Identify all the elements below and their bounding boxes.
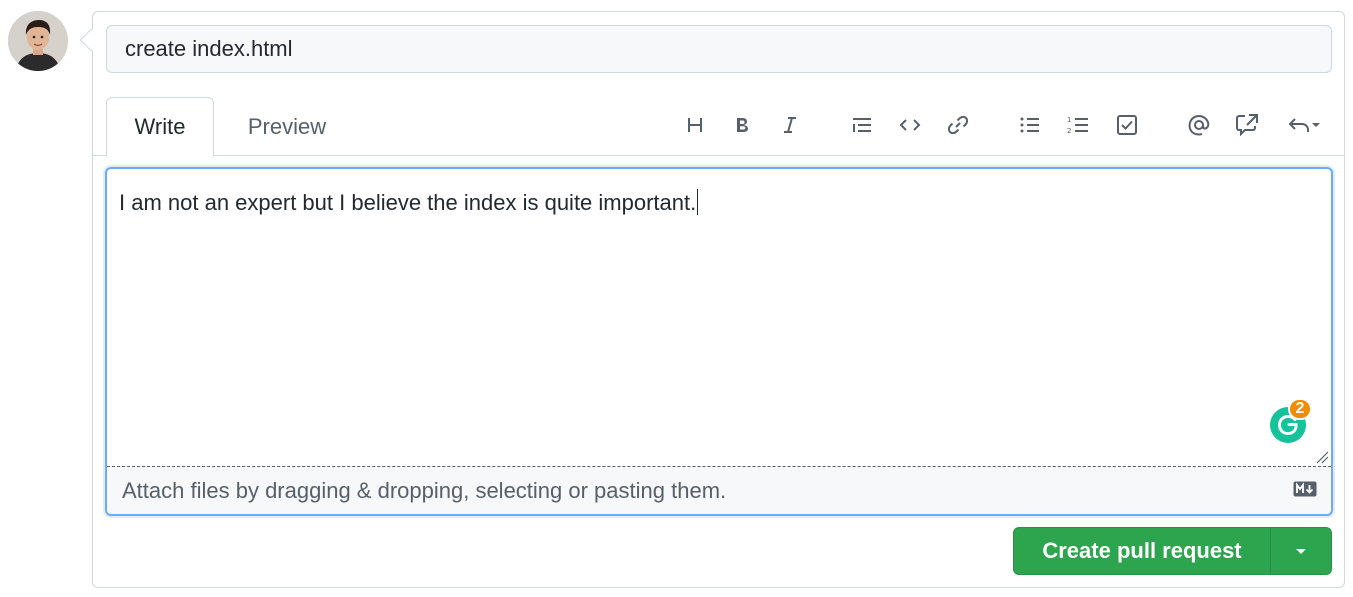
task-list-icon	[1117, 115, 1137, 135]
attach-files-text: Attach files by dragging & dropping, sel…	[122, 477, 727, 503]
cross-reference-icon	[1236, 114, 1258, 137]
code-icon	[899, 119, 921, 131]
italic-icon	[784, 117, 796, 133]
attach-files-bar[interactable]: Attach files by dragging & dropping, sel…	[107, 466, 1331, 514]
italic-button[interactable]	[773, 108, 807, 142]
create-pull-request-group: Create pull request	[1013, 527, 1332, 575]
quote-button[interactable]	[845, 108, 879, 142]
tab-preview[interactable]: Preview	[221, 97, 353, 156]
comment-body-editor[interactable]: I am not an expert but I believe the ind…	[105, 167, 1333, 516]
ordered-list-button[interactable]: 1 2	[1061, 108, 1095, 142]
quote-icon	[853, 118, 871, 132]
mention-button[interactable]	[1182, 108, 1216, 142]
saved-replies-icon	[1288, 118, 1309, 132]
unordered-list-button[interactable]	[1013, 108, 1047, 142]
task-list-button[interactable]	[1110, 108, 1144, 142]
comment-body-text[interactable]: I am not an expert but I believe the ind…	[119, 189, 699, 216]
avatar-image	[8, 11, 68, 71]
text-caret	[697, 189, 699, 215]
avatar[interactable]	[8, 11, 68, 71]
heading-button[interactable]	[678, 108, 712, 142]
mention-icon	[1188, 115, 1210, 136]
title-input[interactable]	[106, 25, 1332, 73]
grammarly-count-badge: 2	[1288, 398, 1312, 420]
heading-icon	[688, 118, 702, 132]
create-pull-request-button[interactable]: Create pull request	[1014, 528, 1270, 574]
bold-button[interactable]	[725, 108, 759, 142]
editor-tabs: Write Preview	[93, 96, 1344, 157]
saved-replies-button[interactable]	[1280, 108, 1330, 142]
resize-handle-icon[interactable]	[1315, 450, 1329, 464]
create-pull-request-options-button[interactable]	[1271, 528, 1331, 574]
tab-write[interactable]: Write	[106, 97, 214, 157]
link-icon	[947, 115, 969, 135]
cross-reference-button[interactable]	[1230, 108, 1264, 142]
svg-text:2: 2	[1067, 127, 1071, 135]
ordered-list-icon: 1 2	[1067, 116, 1088, 135]
chevron-down-icon	[1296, 549, 1306, 554]
code-button[interactable]	[893, 108, 927, 142]
markdown-icon[interactable]	[1293, 481, 1317, 497]
unordered-list-icon	[1020, 117, 1039, 133]
link-button[interactable]	[941, 108, 975, 142]
chevron-down-icon	[1312, 123, 1320, 127]
bold-icon	[737, 118, 748, 132]
svg-text:1: 1	[1067, 116, 1071, 124]
